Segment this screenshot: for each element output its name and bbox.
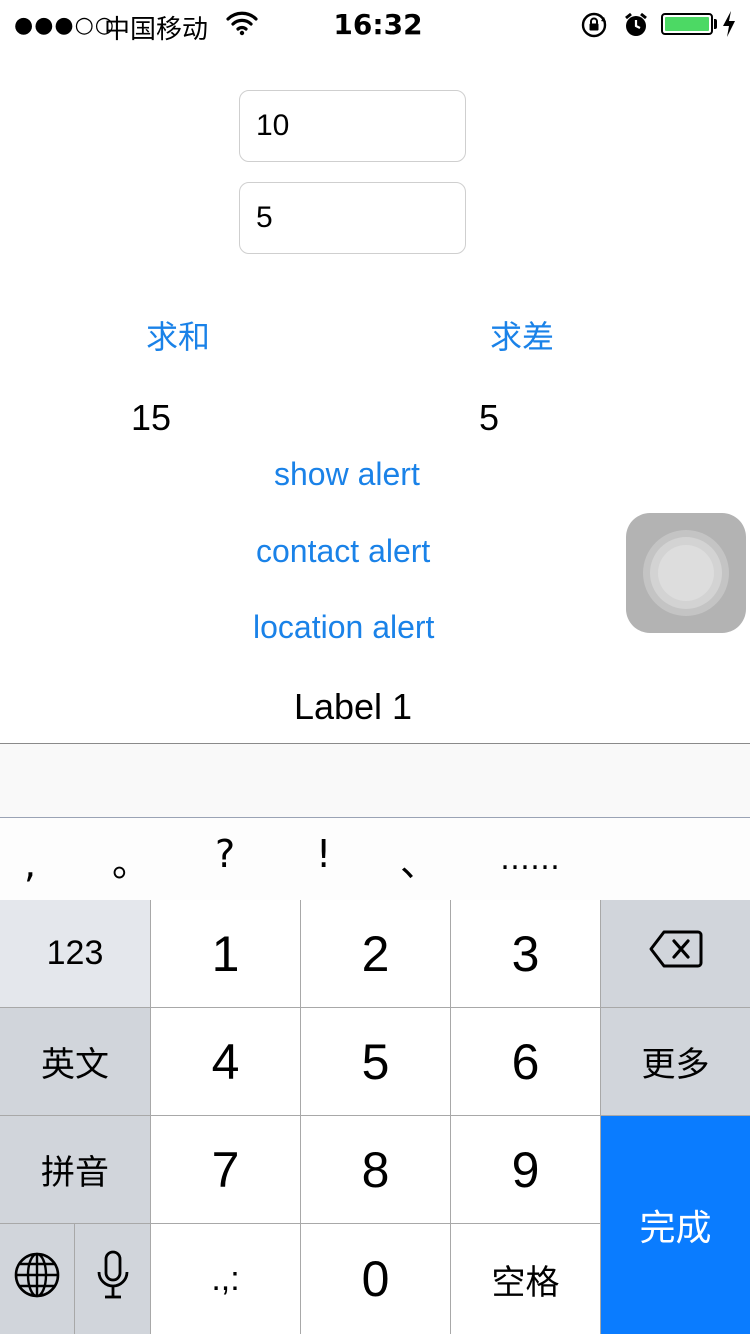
label-1: Label 1: [293, 686, 413, 727]
key-4[interactable]: 4: [151, 1008, 300, 1115]
battery-level: [665, 17, 709, 31]
delete-key[interactable]: [601, 900, 750, 1007]
location-alert-button[interactable]: location alert: [253, 609, 434, 646]
numeric-keypad: 123 1 2 3 英文 4 5 6 更多 拼音 7 8 9 完成 .,: 0 …: [0, 900, 750, 1334]
app-screen: ●●●○○ 中国移动 16:32 10 5 求和 求差 15 5 show al…: [0, 0, 750, 1334]
key-1[interactable]: 1: [151, 900, 300, 1007]
backspace-icon: [648, 929, 704, 978]
alarm-icon: [623, 11, 649, 43]
sum-result: 15: [131, 397, 172, 438]
key-5[interactable]: 5: [301, 1008, 450, 1115]
key-punctuation[interactable]: .,:: [151, 1224, 300, 1334]
status-bar: ●●●○○ 中国移动 16:32: [0, 0, 750, 50]
number-input-1[interactable]: [240, 91, 465, 161]
done-key[interactable]: 完成: [601, 1116, 750, 1334]
contact-alert-button[interactable]: contact alert: [256, 533, 430, 570]
punct-enum-comma-key[interactable]: 、: [400, 832, 438, 887]
show-alert-button[interactable]: show alert: [274, 456, 420, 493]
charging-bolt-icon: [722, 10, 736, 44]
punctuation-row: , 。 ? ! 、 ……: [0, 818, 750, 900]
rotation-lock-icon: [580, 11, 608, 43]
punct-comma-key[interactable]: ,: [24, 842, 36, 886]
assistive-touch-core: [658, 545, 714, 601]
number-input-2[interactable]: [240, 183, 465, 253]
candidate-bar: [0, 744, 750, 817]
key-8[interactable]: 8: [301, 1116, 450, 1223]
microphone-icon: [96, 1250, 130, 1309]
sum-button[interactable]: 求和: [146, 312, 210, 358]
key-9[interactable]: 9: [451, 1116, 600, 1223]
key-7[interactable]: 7: [151, 1116, 300, 1223]
globe-key[interactable]: [0, 1224, 74, 1334]
key-2[interactable]: 2: [301, 900, 450, 1007]
space-key[interactable]: 空格: [451, 1224, 600, 1334]
punct-question-key[interactable]: ?: [215, 832, 235, 876]
key-english[interactable]: 英文: [0, 1008, 150, 1115]
key-3[interactable]: 3: [451, 900, 600, 1007]
punct-exclaim-key[interactable]: !: [316, 832, 331, 876]
difference-button[interactable]: 求差: [490, 312, 554, 358]
key-more[interactable]: 更多: [601, 1008, 750, 1115]
key-0[interactable]: 0: [301, 1224, 450, 1334]
key-6[interactable]: 6: [451, 1008, 600, 1115]
assistive-touch-button[interactable]: [626, 513, 746, 633]
punct-ellipsis-key[interactable]: ……: [500, 842, 560, 877]
battery-icon: [661, 13, 713, 35]
key-pinyin[interactable]: 拼音: [0, 1116, 150, 1223]
key-123[interactable]: 123: [0, 900, 150, 1007]
dictation-key[interactable]: [75, 1224, 150, 1334]
battery-tip: [714, 19, 717, 29]
number-field-2[interactable]: [239, 182, 466, 254]
difference-result: 5: [479, 397, 500, 438]
globe-icon: [13, 1251, 61, 1308]
punct-period-key[interactable]: 。: [112, 832, 150, 887]
number-field-1[interactable]: [239, 90, 466, 162]
